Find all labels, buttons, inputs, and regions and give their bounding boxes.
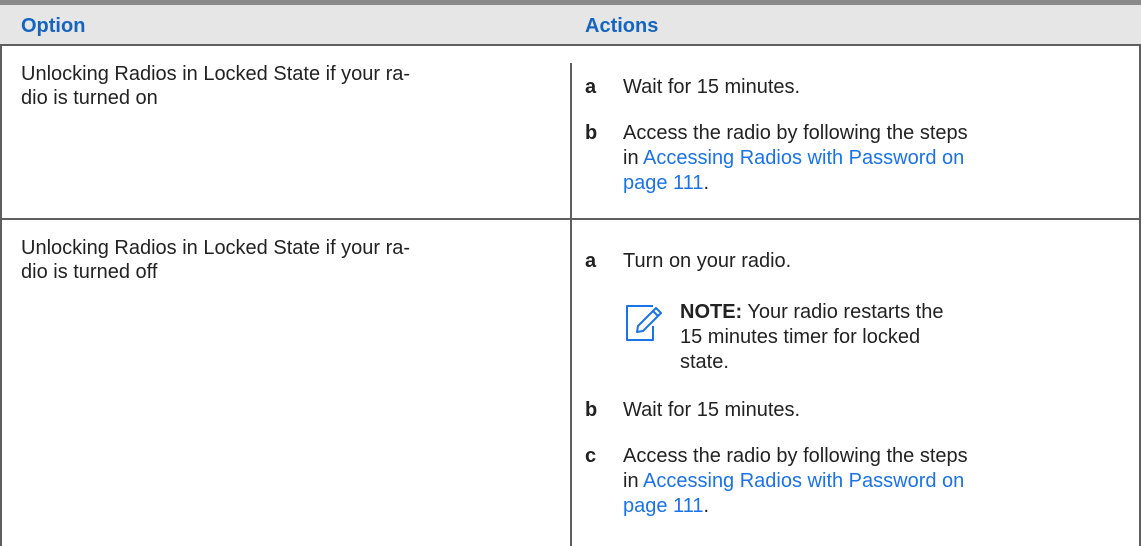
- note-line: NOTE: Your radio restarts the: [680, 300, 1080, 325]
- step-line: in Accessing Radios with Password on: [623, 469, 1098, 494]
- note-box: NOTE: Your radio restarts the 15 minutes…: [623, 300, 1103, 380]
- step-line: page 111.: [623, 494, 1098, 519]
- cross-reference-link[interactable]: Accessing Radios with Password on: [643, 470, 964, 492]
- cross-reference-link[interactable]: Accessing Radios with Password on: [643, 147, 964, 169]
- table-header-row: Option Actions: [0, 5, 1141, 44]
- table-row-2-option: Unlocking Radios in Locked State if your…: [21, 236, 561, 284]
- step-line: Access the radio by following the steps: [623, 445, 968, 467]
- step-text-suffix: .: [703, 495, 710, 517]
- option-line: Unlocking Radios in Locked State if your…: [21, 63, 411, 85]
- note-line: 15 minutes timer for locked: [680, 326, 921, 348]
- option-line: dio is turned off: [21, 261, 158, 283]
- option-line: Unlocking Radios in Locked State if your…: [21, 237, 411, 259]
- note-line-text: Your radio restarts the: [747, 301, 944, 323]
- step-letter: b: [585, 122, 598, 144]
- step-text: Wait for 15 minutes.: [623, 399, 801, 421]
- step-text-prefix: in: [623, 147, 644, 169]
- cross-reference-link-page[interactable]: page 111: [623, 172, 703, 194]
- note-line: state.: [680, 351, 729, 373]
- cross-reference-link-page[interactable]: page 111: [623, 495, 703, 517]
- option-line: dio is turned on: [21, 87, 158, 109]
- step-text-suffix: .: [703, 172, 710, 194]
- column-divider: [570, 63, 572, 546]
- step-line: in Accessing Radios with Password on: [623, 146, 1098, 171]
- step-text: Access the radio by following the steps …: [623, 121, 1098, 196]
- row-divider-header: [0, 44, 1141, 46]
- table-border-left: [0, 44, 2, 546]
- step-text-prefix: in: [623, 470, 644, 492]
- step-letter: a: [585, 250, 597, 272]
- step-text: Turn on your radio.: [623, 250, 792, 272]
- note-text: NOTE: Your radio restarts the 15 minutes…: [680, 300, 1080, 375]
- options-table: Option Actions Unlocking Radios in Locke…: [0, 0, 1141, 546]
- table-row-1-option: Unlocking Radios in Locked State if your…: [21, 62, 561, 110]
- header-actions: Actions: [585, 15, 659, 37]
- step-letter: a: [585, 76, 597, 98]
- header-option: Option: [21, 15, 86, 37]
- step-letter: c: [585, 445, 597, 467]
- note-pencil-icon: [623, 302, 663, 342]
- step-line: Access the radio by following the steps: [623, 122, 968, 144]
- step-letter: b: [585, 399, 598, 421]
- note-label: NOTE:: [680, 301, 743, 323]
- step-line: page 111.: [623, 171, 1098, 196]
- step-text: Wait for 15 minutes.: [623, 76, 801, 98]
- step-text: Access the radio by following the steps …: [623, 444, 1098, 519]
- row-divider-1: [0, 218, 1141, 220]
